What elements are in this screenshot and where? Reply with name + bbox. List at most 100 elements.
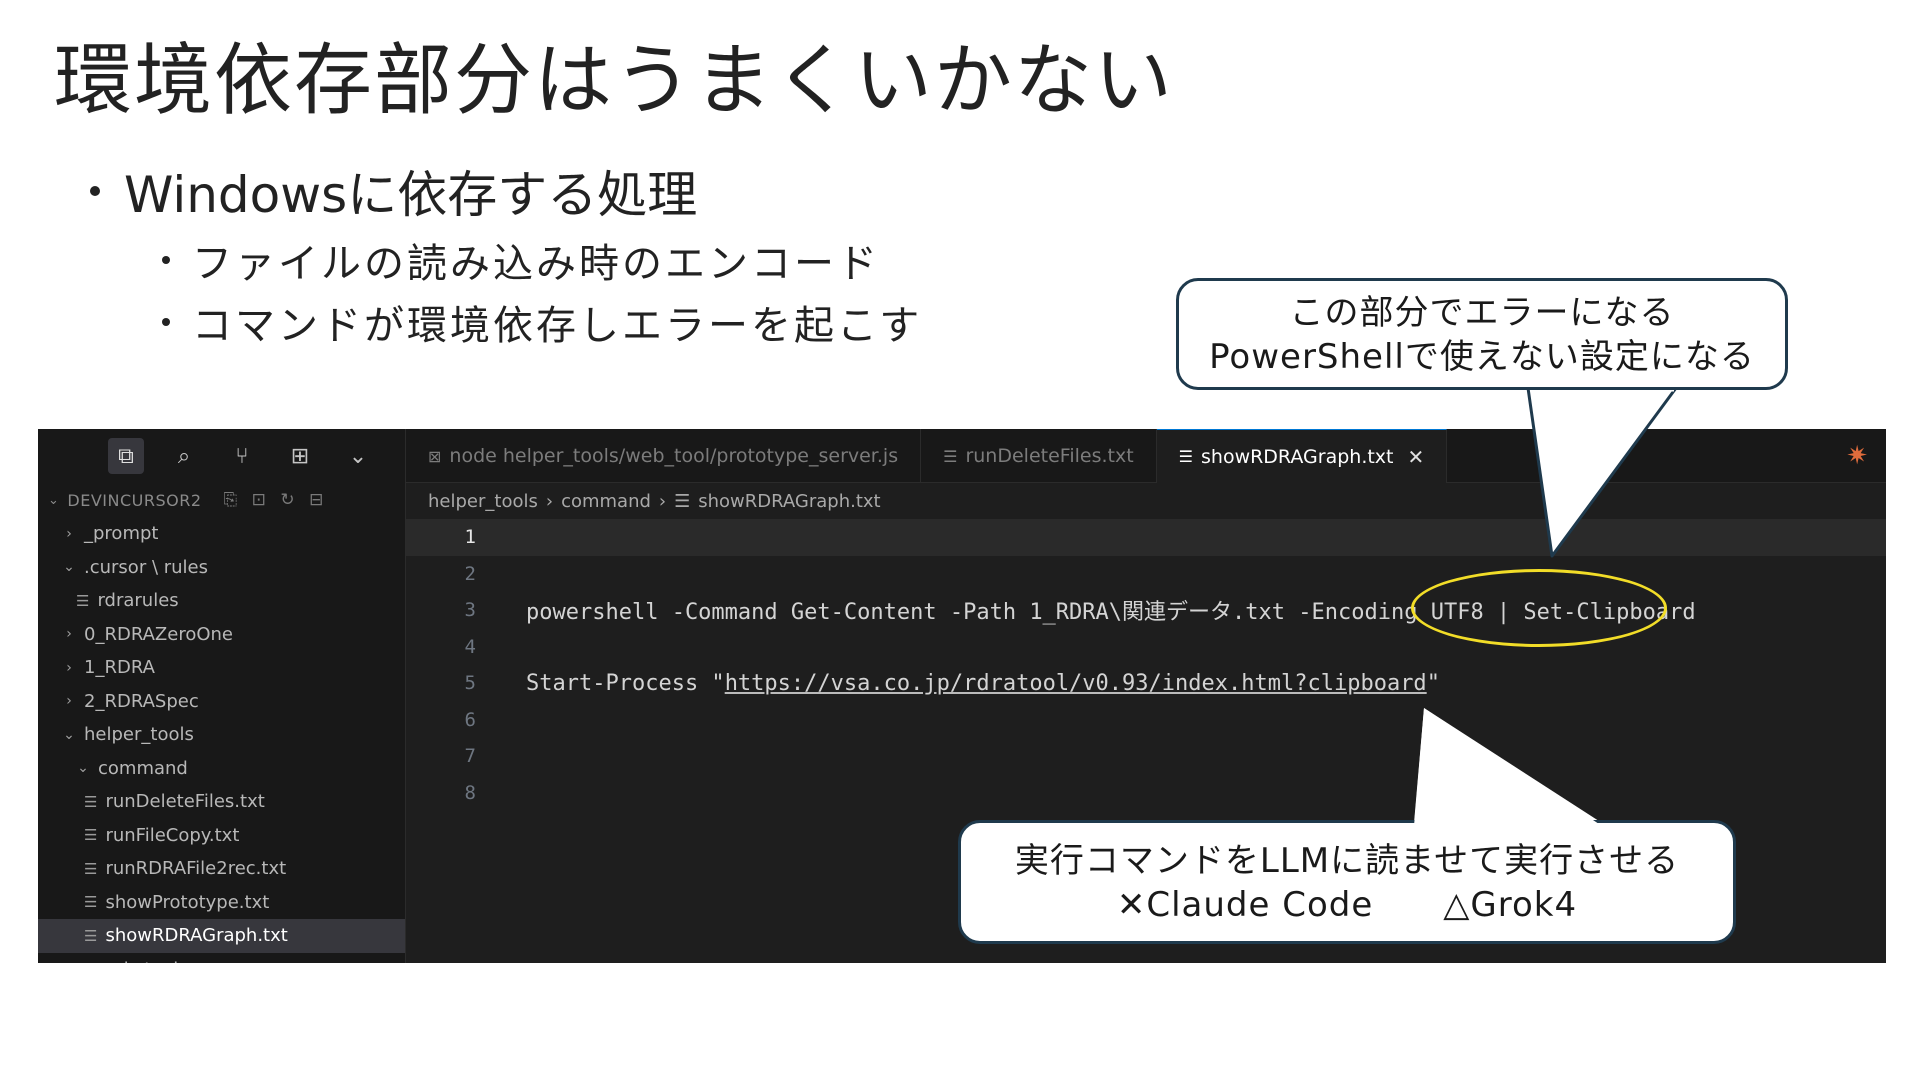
tab-run-delete-files[interactable]: ☰ runDeleteFiles.txt (921, 429, 1157, 483)
refresh-icon[interactable]: ↻ (280, 490, 295, 510)
tree-item-label: 1_RDRA (84, 657, 155, 679)
line-number: 6 (464, 708, 476, 731)
breadcrumb-item[interactable]: command (561, 491, 651, 512)
code-token: Start-Process " (526, 670, 725, 696)
tab-terminal[interactable]: ⊠ node helper_tools/web_tool/prototype_s… (406, 429, 922, 483)
tree-item[interactable]: ☰ runFileCopy.txt (38, 819, 405, 853)
tab-show-rdra-graph[interactable]: ☰ showRDRAGraph.txt ✕ (1156, 429, 1448, 483)
tree-item-label: showRDRAGraph.txt (105, 925, 288, 947)
tree-item[interactable]: › 2_RDRASpec (38, 685, 405, 719)
line-number: 1 (464, 526, 476, 549)
file-lines-icon: ☰ (84, 859, 98, 878)
terminal-icon: ⊠ (428, 446, 442, 466)
code-line[interactable]: 5 Start-Process "https://vsa.co.jp/rdrato… (406, 665, 1886, 702)
activity-bar: ⧉ ⌕ ⑂ ⊞ ⌄ (38, 429, 405, 483)
code-token: " (1426, 670, 1440, 696)
code-line[interactable]: 6 (406, 702, 1886, 739)
file-tree: › _prompt ⌄ .cursor \ rules ☰ rdrarules › 0_RDR… (38, 517, 405, 963)
line-number: 7 (464, 745, 476, 768)
callout-text: PowerShellで使えない設定になる (1209, 337, 1755, 377)
collapse-all-icon[interactable]: ⊟ (309, 490, 324, 510)
extensions-icon[interactable]: ⊞ (282, 438, 318, 474)
tree-item[interactable]: › 0_RDRAZeroOne (38, 618, 405, 652)
tree-item[interactable]: ⌄ command (38, 752, 405, 786)
bullet-list: Windowsに依存する処理 ファイルの読み込み時のエンコード コマンドが環境依… (90, 155, 922, 351)
tree-item[interactable]: › _prompt (38, 517, 405, 551)
new-folder-icon[interactable]: ⊡ (252, 490, 267, 510)
breadcrumb-item[interactable]: showRDRAGraph.txt (698, 491, 880, 512)
tree-item-label: rdrarules (97, 590, 179, 612)
tree-item[interactable]: ☰ rdrarules (38, 584, 405, 618)
chevron-right-icon: › (66, 626, 72, 643)
file-lines-icon: ☰ (84, 893, 98, 912)
tree-item-label: helper_tools (84, 724, 194, 746)
chevron-down-icon: ⌄ (63, 726, 75, 743)
tree-item-label: showPrototype.txt (105, 891, 270, 913)
code-line[interactable]: 1 (406, 519, 1886, 556)
tree-item-label: command (98, 757, 188, 779)
bullet-dot (90, 186, 100, 196)
file-lines-icon: ☰ (84, 826, 98, 845)
line-number: 4 (464, 635, 476, 658)
tree-item-label: 0_RDRAZeroOne (84, 623, 233, 645)
tab-label: showRDRAGraph.txt (1201, 445, 1394, 468)
file-lines-icon: ☰ (76, 591, 90, 610)
search-icon[interactable]: ⌕ (166, 438, 202, 474)
tree-item-label: runDeleteFiles.txt (105, 791, 265, 813)
chevron-right-icon: › (658, 490, 667, 512)
sub-bullet-encoding: ファイルの読み込み時のエンコード (162, 231, 922, 289)
tree-item[interactable]: ☰ showRDRAGraph.txt (38, 919, 405, 953)
chevron-down-icon[interactable]: ⌄ (340, 438, 376, 474)
bullet-text: Windowsに依存する処理 (124, 166, 698, 224)
source-control-icon[interactable]: ⑂ (224, 438, 260, 474)
tree-item[interactable]: ⌄ helper_tools (38, 718, 405, 752)
callout-text: この部分でエラーになる (1289, 293, 1675, 333)
callout-top: この部分でエラーになる PowerShellで使えない設定になる (1176, 278, 1788, 390)
tree-item[interactable]: › web_tool (38, 953, 405, 963)
line-number: 5 (464, 672, 476, 695)
callout-bottom: 実行コマンドをLLMに読ませて実行させる ✕Claude Code △Grok4 (958, 820, 1736, 944)
tree-item[interactable]: ☰ showPrototype.txt (38, 886, 405, 920)
file-lines-icon: ☰ (84, 926, 98, 945)
chevron-right-icon: › (66, 525, 72, 542)
highlight-ellipse (1411, 569, 1667, 647)
sub-bullet-text: コマンドが環境依存しエラーを起こす (192, 303, 923, 349)
chevron-right-icon: › (74, 961, 92, 963)
spark-icon[interactable]: ✷ (1846, 441, 1868, 471)
explorer-header[interactable]: ⌄ DEVINCURSOR2 ⎘ ⊡ ↻ ⊟ (38, 483, 405, 517)
bullet-windows: Windowsに依存する処理 (90, 155, 922, 227)
tree-item-label: .cursor \ rules (84, 556, 208, 578)
chevron-down-icon: ⌄ (63, 559, 75, 576)
tree-item-label: 2_RDRASpec (84, 690, 199, 712)
file-lines-icon: ☰ (943, 446, 958, 466)
callout-text: ✕Claude Code △Grok4 (1116, 885, 1578, 925)
workspace-name: DEVINCURSOR2 (67, 490, 202, 510)
callout-text: 実行コマンドをLLMに読ませて実行させる (1014, 841, 1680, 881)
code-url-link[interactable]: https://vsa.co.jp/rdratool/v0.93/index.h… (725, 671, 1427, 696)
code-text: Start-Process "https://vsa.co.jp/rdratoo… (526, 671, 1440, 696)
close-icon[interactable]: ✕ (1408, 445, 1425, 469)
new-file-icon[interactable]: ⎘ (224, 490, 238, 510)
sub-bullet-text: ファイルの読み込み時のエンコード (192, 241, 880, 287)
tree-item[interactable]: ☰ runDeleteFiles.txt (38, 785, 405, 819)
code-line[interactable]: 2 (406, 556, 1886, 593)
code-line[interactable]: 4 (406, 629, 1886, 666)
slide-title: 環境依存部分はうまくいかない (54, 36, 1175, 126)
chevron-down-icon: ⌄ (48, 492, 60, 508)
code-line[interactable]: 8 (406, 775, 1886, 812)
file-lines-icon: ☰ (1178, 447, 1193, 466)
line-number: 2 (464, 562, 476, 585)
tree-item[interactable]: ☰ runRDRAFile2rec.txt (38, 852, 405, 886)
code-line[interactable]: 7 (406, 738, 1886, 775)
tree-item[interactable]: ⌄ .cursor \ rules (38, 551, 405, 585)
tree-item[interactable]: › 1_RDRA (38, 651, 405, 685)
chevron-right-icon: › (66, 659, 72, 676)
explorer-icon[interactable]: ⧉ (108, 438, 144, 474)
bullet-dot (162, 256, 170, 264)
breadcrumb-item[interactable]: helper_tools (428, 491, 538, 512)
line-number: 3 (464, 599, 476, 622)
file-lines-icon: ☰ (674, 490, 691, 512)
tree-item-label: runRDRAFile2rec.txt (105, 858, 287, 880)
tab-label: node helper_tools/web_tool/prototype_ser… (449, 445, 899, 467)
tab-label: runDeleteFiles.txt (965, 445, 1134, 467)
